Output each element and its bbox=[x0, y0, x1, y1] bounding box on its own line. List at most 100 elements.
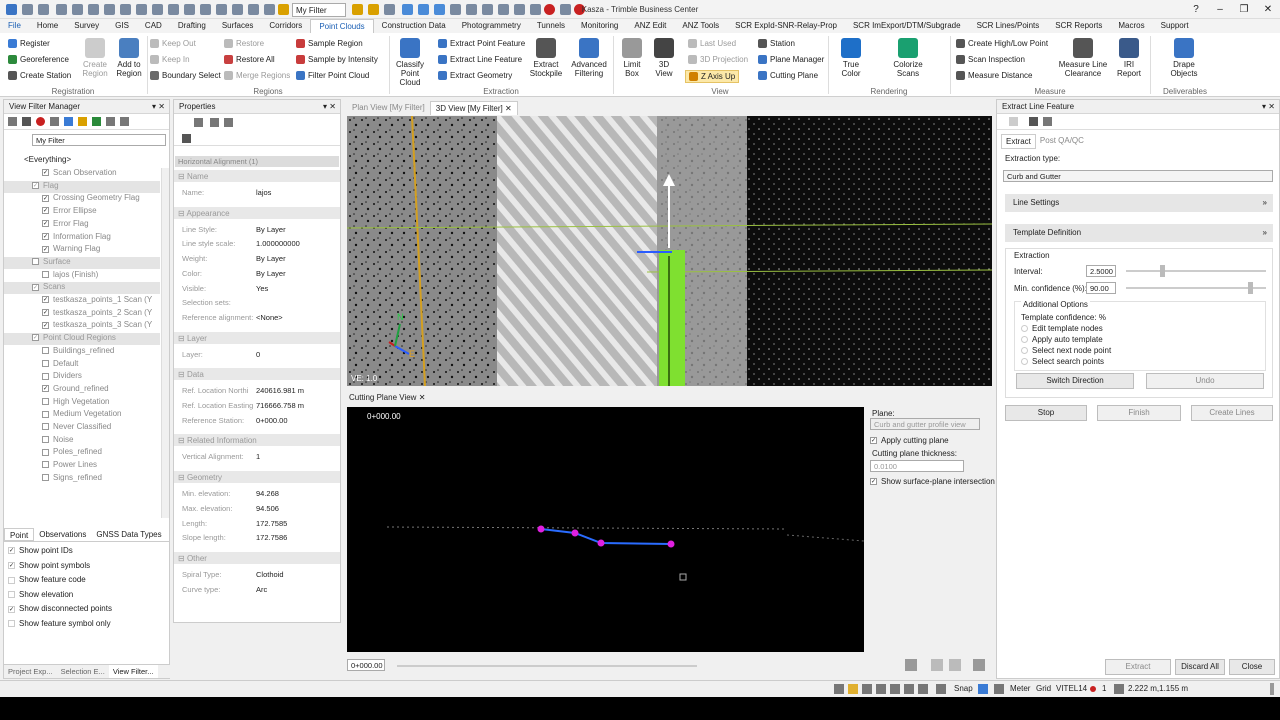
property-value[interactable]: 172.7586 bbox=[256, 533, 287, 542]
tab-macros[interactable]: Macros bbox=[1110, 19, 1152, 33]
checkbox[interactable] bbox=[42, 270, 49, 278]
tab-scr-imexport-dtm-subgrade[interactable]: SCR ImExport/DTM/Subgrade bbox=[845, 19, 969, 33]
thickness-input[interactable]: 0.0100 bbox=[870, 460, 964, 472]
tab-close-icon[interactable]: ✕ bbox=[505, 104, 512, 113]
checkbox[interactable]: ✓ bbox=[42, 321, 49, 329]
filter-item[interactable]: ✓ Error Flag bbox=[4, 219, 160, 231]
z-axis-up-button[interactable]: Z Axis Up bbox=[685, 70, 740, 83]
filter-item[interactable]: ✓ testkasza_points_3 Scan (Y bbox=[4, 320, 160, 332]
iri-report-button[interactable]: IRI Report bbox=[1114, 38, 1144, 78]
filter-item[interactable]: Signs_refined bbox=[4, 473, 160, 485]
layers-icon[interactable] bbox=[64, 117, 73, 126]
snap-mid-icon[interactable] bbox=[904, 684, 914, 694]
extract-line-feature-button[interactable]: Extract Line Feature bbox=[438, 55, 522, 64]
property-section[interactable]: ⊟ Other bbox=[174, 551, 340, 564]
snap-active-icon[interactable] bbox=[848, 684, 858, 694]
tab-3d-view[interactable]: 3D View [My Filter] ✕ bbox=[429, 101, 518, 115]
cutting-close-icon[interactable]: ✕ bbox=[419, 393, 426, 402]
restore-all-button[interactable]: Restore All bbox=[224, 55, 275, 64]
close-button[interactable]: Close bbox=[1229, 659, 1275, 675]
checkbox[interactable] bbox=[42, 359, 49, 367]
filter-item[interactable]: Noise bbox=[4, 435, 160, 447]
property-section[interactable]: ⊟ Data bbox=[174, 368, 340, 381]
property-value[interactable]: 0 bbox=[256, 350, 260, 359]
property-value[interactable]: <None> bbox=[256, 313, 283, 322]
create-station-button[interactable]: Create Station bbox=[8, 71, 71, 80]
create-lines-button[interactable]: Create Lines bbox=[1191, 405, 1273, 421]
layout-icon[interactable] bbox=[973, 659, 985, 671]
checkbox[interactable] bbox=[8, 576, 15, 584]
keep-in-button[interactable]: Keep In bbox=[150, 55, 190, 64]
stop-button[interactable]: Stop bbox=[1005, 405, 1087, 421]
layers-green-icon[interactable] bbox=[92, 117, 101, 126]
show-surface-checkbox[interactable]: ✓ Show surface-plane intersection bbox=[870, 477, 995, 486]
property-value[interactable]: Clothoid bbox=[256, 570, 284, 579]
node-option-radio[interactable]: Edit template nodes bbox=[1021, 324, 1111, 335]
checkbox[interactable]: ✓ bbox=[42, 220, 49, 228]
boundary-select-button[interactable]: Boundary Select bbox=[150, 71, 221, 80]
drape-objects-button[interactable]: Drape Objects bbox=[1166, 38, 1202, 78]
interval-slider[interactable] bbox=[1126, 265, 1266, 277]
sort-icon[interactable] bbox=[194, 118, 203, 127]
checkbox[interactable] bbox=[8, 591, 15, 599]
merge-regions-button[interactable]: Merge Regions bbox=[224, 71, 290, 80]
filter-group-item[interactable]: ✓ Point Cloud Regions bbox=[4, 333, 160, 346]
checkbox[interactable]: ✓ bbox=[8, 547, 15, 555]
tab-anz-edit[interactable]: ANZ Edit bbox=[626, 19, 674, 33]
tab-post-qaqc[interactable]: Post QA/QC bbox=[1036, 134, 1088, 149]
delete-icon[interactable] bbox=[36, 117, 45, 126]
checkbox[interactable]: ✓ bbox=[42, 385, 49, 393]
selected-object[interactable]: Horizontal Alignment (1) bbox=[175, 156, 339, 167]
filter-edit-icon[interactable] bbox=[22, 117, 31, 126]
tab-support[interactable]: Support bbox=[1153, 19, 1197, 33]
tab-construction-data[interactable]: Construction Data bbox=[374, 19, 454, 33]
sample-by-intensity-button[interactable]: Sample by Intensity bbox=[296, 55, 378, 64]
checkbox[interactable]: ✓ bbox=[32, 182, 39, 190]
property-value[interactable]: By Layer bbox=[256, 225, 286, 234]
everything-item[interactable]: <Everything> bbox=[24, 155, 71, 164]
checkbox[interactable]: ✓ bbox=[42, 207, 49, 215]
tab-tunnels[interactable]: Tunnels bbox=[529, 19, 573, 33]
checkbox[interactable] bbox=[42, 448, 49, 456]
filter-item[interactable]: Medium Vegetation bbox=[4, 409, 160, 421]
checkbox[interactable] bbox=[42, 474, 49, 482]
node-option-radio[interactable]: Apply auto template bbox=[1021, 335, 1111, 346]
property-value[interactable]: 94.268 bbox=[256, 489, 279, 498]
interval-input[interactable]: 2.5000 bbox=[1086, 265, 1116, 277]
true-color-button[interactable]: True Color bbox=[836, 38, 866, 78]
snap-point-icon[interactable] bbox=[862, 684, 872, 694]
snap-toggle[interactable]: Snap bbox=[954, 684, 973, 693]
layers-gray-icon[interactable] bbox=[106, 117, 115, 126]
units-icon[interactable] bbox=[994, 684, 1004, 694]
units-label[interactable]: Meter bbox=[1010, 684, 1030, 693]
checkbox[interactable]: ✓ bbox=[8, 605, 15, 613]
panel-close-icon[interactable]: ▾ ✕ bbox=[152, 102, 165, 111]
snap-int-icon[interactable] bbox=[918, 684, 928, 694]
property-section[interactable]: ⊟ Related Information bbox=[174, 434, 340, 447]
filter-group-item[interactable]: ✓ Flag bbox=[4, 180, 160, 193]
restore-icon[interactable]: ❐ bbox=[1232, 0, 1256, 19]
tab-scr-expid-snr-relay-prop[interactable]: SCR ExpId-SNR-Relay-Prop bbox=[727, 19, 845, 33]
tab-plan-view[interactable]: Plan View [My Filter] bbox=[347, 101, 430, 115]
checkbox[interactable]: ✓ bbox=[42, 309, 49, 317]
property-value[interactable]: Arc bbox=[256, 585, 267, 594]
property-value[interactable]: 94.506 bbox=[256, 504, 279, 513]
properties-close-icon[interactable]: ▾ ✕ bbox=[323, 102, 336, 111]
filter-item[interactable]: ✓ Warning Flag bbox=[4, 244, 160, 256]
extraction-type-select[interactable]: Curb and Gutter bbox=[1003, 170, 1273, 182]
property-value[interactable]: By Layer bbox=[256, 254, 286, 263]
filter-item[interactable]: ✓ Error Ellipse bbox=[4, 206, 160, 218]
tab-extract[interactable]: Extract bbox=[1001, 134, 1036, 149]
dock-tab[interactable]: View Filter... bbox=[108, 665, 158, 678]
filter-item[interactable]: Never Classified bbox=[4, 422, 160, 434]
checkbox[interactable] bbox=[42, 423, 49, 431]
tab-cad[interactable]: CAD bbox=[137, 19, 170, 33]
line-settings-header[interactable]: Line Settings» bbox=[1005, 194, 1273, 212]
next-station-icon[interactable] bbox=[949, 659, 961, 671]
limit-box-button[interactable]: Limit Box bbox=[618, 38, 646, 78]
filter-item[interactable]: ✓ Ground_refined bbox=[4, 384, 160, 396]
discard-all-button[interactable]: Discard All bbox=[1175, 659, 1225, 675]
filter-scrollbar[interactable] bbox=[161, 168, 169, 518]
create-region-button[interactable]: Create Region bbox=[80, 38, 110, 78]
classify-button[interactable]: Classify Point Cloud bbox=[390, 38, 430, 87]
